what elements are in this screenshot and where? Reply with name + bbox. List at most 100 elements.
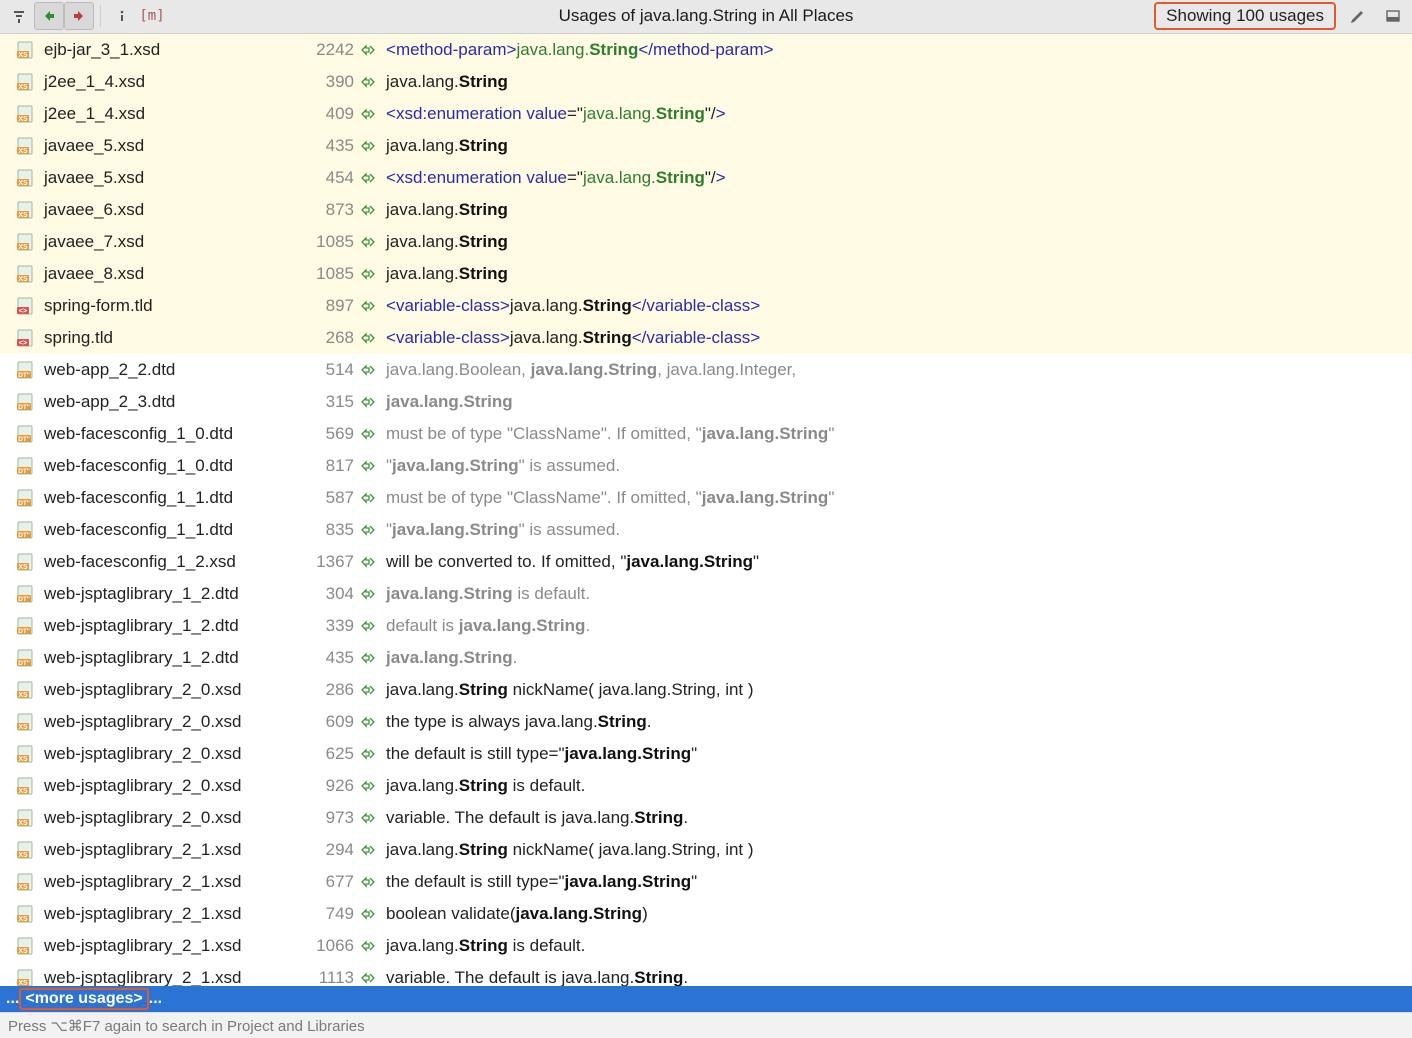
ellipsis-icon: ... — [6, 990, 19, 1008]
usage-row[interactable]: XSweb-jsptaglibrary_2_0.xsd609the type i… — [0, 706, 1412, 738]
line-number: 569 — [294, 424, 354, 444]
usage-row[interactable]: XSweb-jsptaglibrary_2_1.xsd1066java.lang… — [0, 930, 1412, 962]
usage-row[interactable]: XSejb-jar_3_1.xsd2242 <method-param>java… — [0, 34, 1412, 66]
navigate-icon — [356, 267, 380, 281]
prev-occurrence-button[interactable] — [34, 2, 64, 30]
svg-text:XS: XS — [18, 820, 28, 827]
code-snippet: boolean validate(java.lang.String) — [386, 904, 648, 924]
svg-text:XS: XS — [18, 116, 28, 123]
usage-row[interactable]: XSj2ee_1_4.xsd409<xsd:enumeration value=… — [0, 98, 1412, 130]
usage-row[interactable]: <>spring-form.tld897<variable-class>java… — [0, 290, 1412, 322]
usage-row[interactable]: DT"web-jsptaglibrary_1_2.dtd435java.lang… — [0, 642, 1412, 674]
usage-row[interactable]: DT"web-facesconfig_1_0.dtd817 "java.lang… — [0, 450, 1412, 482]
usage-row[interactable]: XSweb-jsptaglibrary_2_0.xsd973variable. … — [0, 802, 1412, 834]
navigate-icon — [356, 203, 380, 217]
usage-row[interactable]: XSweb-facesconfig_1_2.xsd1367will be con… — [0, 546, 1412, 578]
status-hint: Press ⌥⌘F7 again to search in Project an… — [8, 1017, 365, 1035]
svg-text:XS: XS — [18, 148, 28, 155]
regex-button[interactable]: [m] — [137, 2, 167, 30]
next-occurrence-button[interactable] — [64, 2, 94, 30]
usage-row[interactable]: XSweb-jsptaglibrary_2_0.xsd286java.lang.… — [0, 674, 1412, 706]
code-snippet: java.lang.String nickName( java.lang.Str… — [386, 840, 754, 860]
file-name: web-jsptaglibrary_2_1.xsd — [44, 968, 294, 987]
file-name: spring.tld — [44, 328, 294, 348]
line-number: 609 — [294, 712, 354, 732]
file-name: web-jsptaglibrary_1_2.dtd — [44, 584, 294, 604]
usage-row[interactable]: XSweb-jsptaglibrary_2_0.xsd926java.lang.… — [0, 770, 1412, 802]
code-snippet: java.lang.Boolean, java.lang.String, jav… — [386, 360, 796, 380]
usage-row[interactable]: DT"web-jsptaglibrary_1_2.dtd339default i… — [0, 610, 1412, 642]
line-number: 286 — [294, 680, 354, 700]
usage-row[interactable]: XSweb-jsptaglibrary_2_1.xsd749boolean va… — [0, 898, 1412, 930]
line-number: 835 — [294, 520, 354, 540]
info-button[interactable] — [107, 2, 137, 30]
navigate-icon — [356, 523, 380, 537]
navigate-icon — [356, 459, 380, 473]
navigate-icon — [356, 555, 380, 569]
usage-row[interactable]: XSweb-jsptaglibrary_2_1.xsd677the defaul… — [0, 866, 1412, 898]
dtd-file-icon: DT" — [14, 521, 36, 539]
navigate-icon — [356, 331, 380, 345]
open-in-tool-window-button[interactable] — [1378, 2, 1408, 30]
navigate-icon — [356, 843, 380, 857]
usage-row[interactable]: XSjavaee_6.xsd873 java.lang.String — [0, 194, 1412, 226]
line-number: 817 — [294, 456, 354, 476]
pin-button[interactable] — [4, 2, 34, 30]
usage-row[interactable]: DT"web-facesconfig_1_1.dtd587 must be of… — [0, 482, 1412, 514]
usage-row[interactable]: XSj2ee_1_4.xsd390 java.lang.String — [0, 66, 1412, 98]
svg-text:DT": DT" — [18, 404, 30, 411]
file-name: web-jsptaglibrary_2_1.xsd — [44, 872, 294, 892]
code-snippet: java.lang.String is default. — [386, 776, 585, 796]
code-snippet: variable. The default is java.lang.Strin… — [386, 808, 688, 828]
file-name: web-facesconfig_1_0.dtd — [44, 424, 294, 444]
settings-button[interactable] — [1342, 2, 1372, 30]
svg-text:DT": DT" — [18, 532, 30, 539]
usage-row[interactable]: XSweb-jsptaglibrary_2_1.xsd294java.lang.… — [0, 834, 1412, 866]
navigate-icon — [356, 235, 380, 249]
file-name: j2ee_1_4.xsd — [44, 104, 294, 124]
usage-row[interactable]: DT"web-app_2_3.dtd315java.lang.String — [0, 386, 1412, 418]
line-number: 294 — [294, 840, 354, 860]
navigate-icon — [356, 811, 380, 825]
line-number: 873 — [294, 200, 354, 220]
svg-text:XS: XS — [18, 564, 28, 571]
usage-row[interactable]: DT"web-facesconfig_1_0.dtd569 must be of… — [0, 418, 1412, 450]
usage-row[interactable]: DT"web-jsptaglibrary_1_2.dtd304 java.lan… — [0, 578, 1412, 610]
xsd-file-icon: XS — [14, 553, 36, 571]
usage-row[interactable]: DT"web-app_2_2.dtd514java.lang.Boolean, … — [0, 354, 1412, 386]
navigate-icon — [356, 139, 380, 153]
xsd-file-icon: XS — [14, 41, 36, 59]
code-snippet: <xsd:enumeration value="java.lang.String… — [386, 168, 726, 188]
file-name: javaee_8.xsd — [44, 264, 294, 284]
usage-row[interactable]: <>spring.tld268<variable-class>java.lang… — [0, 322, 1412, 354]
svg-text:XS: XS — [18, 212, 28, 219]
file-name: web-app_2_2.dtd — [44, 360, 294, 380]
navigate-icon — [356, 651, 380, 665]
xsd-file-icon: XS — [14, 681, 36, 699]
navigate-icon — [356, 683, 380, 697]
code-snippet: java.lang.String — [386, 200, 508, 220]
svg-text:XS: XS — [18, 244, 28, 251]
usage-row[interactable]: XSjavaee_5.xsd435 java.lang.String — [0, 130, 1412, 162]
svg-text:<>: <> — [19, 308, 27, 315]
toolbar: [m] Usages of java.lang.String in All Pl… — [0, 0, 1412, 34]
svg-text:DT": DT" — [18, 468, 30, 475]
line-number: 587 — [294, 488, 354, 508]
code-snippet: java.lang.String — [386, 232, 508, 252]
more-usages-bar[interactable]: ... <more usages> ... — [0, 986, 1412, 1012]
file-name: web-jsptaglibrary_2_1.xsd — [44, 936, 294, 956]
line-number: 926 — [294, 776, 354, 796]
svg-text:XS: XS — [18, 948, 28, 955]
usage-row[interactable]: DT"web-facesconfig_1_1.dtd835 "java.lang… — [0, 514, 1412, 546]
usage-row[interactable]: XSjavaee_5.xsd454<xsd:enumeration value=… — [0, 162, 1412, 194]
navigate-icon — [356, 427, 380, 441]
usage-row[interactable]: XSweb-jsptaglibrary_2_1.xsd1113variable.… — [0, 962, 1412, 987]
navigate-icon — [356, 299, 380, 313]
usage-row[interactable]: XSjavaee_7.xsd1085 java.lang.String — [0, 226, 1412, 258]
code-snippet: "java.lang.String" is assumed. — [386, 456, 620, 476]
usage-row[interactable]: XSweb-jsptaglibrary_2_0.xsd625the defaul… — [0, 738, 1412, 770]
usage-row[interactable]: XSjavaee_8.xsd1085 java.lang.String — [0, 258, 1412, 290]
usage-list[interactable]: XSejb-jar_3_1.xsd2242 <method-param>java… — [0, 34, 1412, 987]
xsd-file-icon: XS — [14, 137, 36, 155]
navigate-icon — [356, 587, 380, 601]
